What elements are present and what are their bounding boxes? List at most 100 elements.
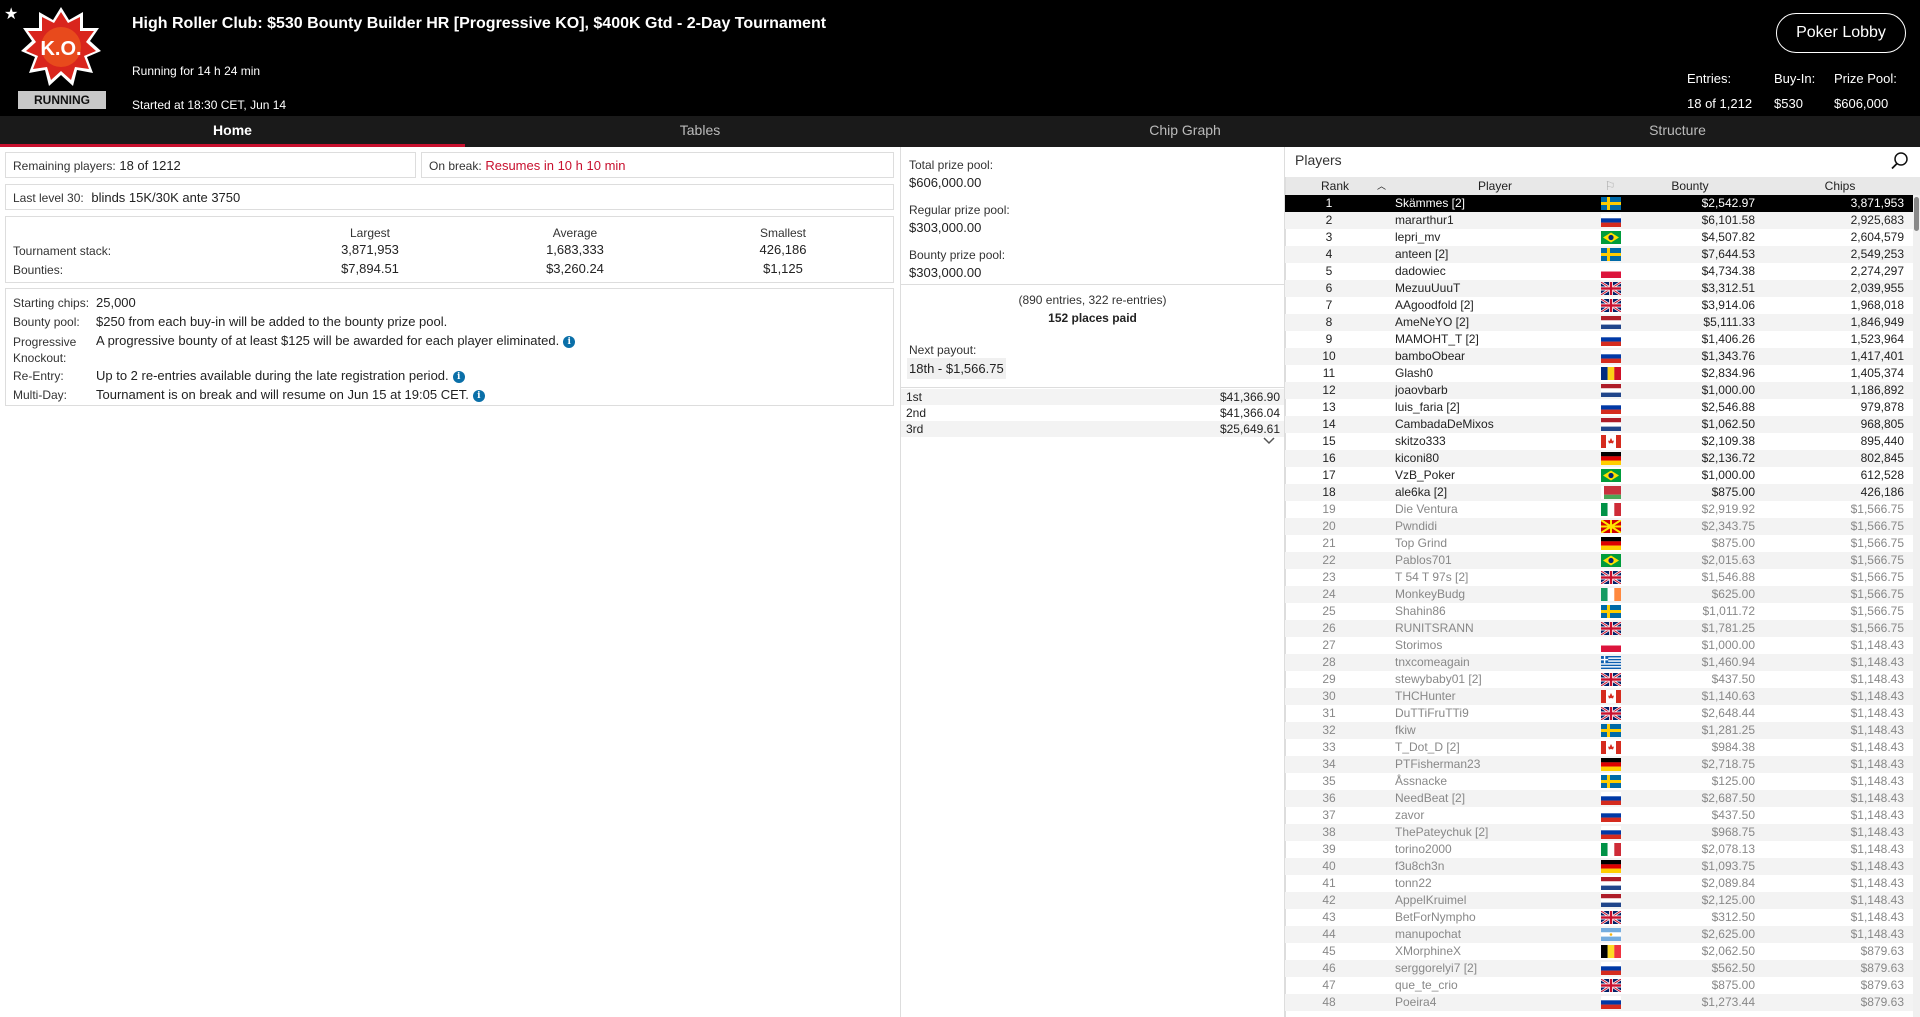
player-name-cell: Pwndidi [1395,519,1438,533]
table-row[interactable]: 37 zavor $437.50 $1,148.43 [1285,807,1913,824]
sort-up-icon[interactable]: ︿ [1377,177,1386,195]
flag-column-icon[interactable]: ⚐ [1597,177,1623,195]
chips-column-header[interactable]: Chips [1765,177,1915,195]
info-icon[interactable]: i [452,370,465,383]
table-row[interactable]: 45 XMorphineX $2,062.50 $879.63 [1285,943,1913,960]
chips-cell: 1,405,374 [1850,366,1904,380]
info-icon[interactable]: i [563,335,576,348]
table-row[interactable]: 3 lepri_mv $4,507.82 2,604,579 [1285,229,1913,246]
table-row[interactable]: 24 MonkeyBudg $625.00 $1,566.75 [1285,586,1913,603]
table-row[interactable]: 18 ale6ka [2] $875.00 426,186 [1285,484,1913,501]
table-row[interactable]: 1 Skämmes [2] $2,542.97 3,871,953 [1285,195,1913,212]
tab-tables[interactable]: Tables [465,116,935,147]
table-row[interactable]: 23 T 54 T 97s [2] $1,546.88 $1,566.75 [1285,569,1913,586]
table-row[interactable]: 20 Pwndidi $2,343.75 $1,566.75 [1285,518,1913,535]
table-row[interactable]: 7 AAgoodfold [2] $3,914.06 1,968,018 [1285,297,1913,314]
tab-chip-graph[interactable]: Chip Graph [935,116,1435,147]
bounty-column-header[interactable]: Bounty [1625,177,1755,195]
table-row[interactable]: 43 BetForNympho $312.50 $1,148.43 [1285,909,1913,926]
bounty-cell: $968.75 [1711,825,1755,839]
rule-label: Bounty pool: [13,315,80,329]
table-row[interactable]: 4 anteen [2] $7,644.53 2,549,253 [1285,246,1913,263]
table-row[interactable]: 48 Poeira4 $1,273.44 $879.63 [1285,994,1913,1011]
table-row[interactable]: 39 torino2000 $2,078.13 $1,148.43 [1285,841,1913,858]
table-row[interactable]: 17 VzB_Poker $1,000.00 612,528 [1285,467,1913,484]
chips-cell: 1,523,964 [1850,332,1904,346]
table-row[interactable]: 13 luis_faria [2] $2,546.88 979,878 [1285,399,1913,416]
table-row[interactable]: 14 CambadaDeMixos $1,062.50 968,805 [1285,416,1913,433]
table-row[interactable]: 33 T_Dot_D [2] $984.38 $1,148.43 [1285,739,1913,756]
player-column-header[interactable]: Player [1395,177,1595,195]
rank-column-header[interactable]: Rank ︿ [1285,177,1386,195]
table-row[interactable]: 32 fkiw $1,281.25 $1,148.43 [1285,722,1913,739]
search-icon[interactable] [1891,152,1909,170]
player-name-cell: anteen [2] [1395,247,1449,261]
table-row[interactable]: 26 RUNITSRANN $1,781.25 $1,566.75 [1285,620,1913,637]
table-row[interactable]: 44 manupochat $2,625.00 $1,148.43 [1285,926,1913,943]
table-row[interactable]: 47 que_te_crio $875.00 $879.63 [1285,977,1913,994]
flag-de-icon [1601,758,1621,771]
table-row[interactable]: 27 Storimos $1,000.00 $1,148.43 [1285,637,1913,654]
rank-cell: 39 [1322,842,1336,856]
table-row[interactable]: 11 Glash0 $2,834.96 1,405,374 [1285,365,1913,382]
bounty-cell: $1,406.26 [1701,332,1755,346]
rank-cell: 7 [1325,298,1333,312]
bounty-cell: $2,062.50 [1701,944,1755,958]
player-name-cell: DuTTiFruTTi9 [1395,706,1469,720]
table-row[interactable]: 29 stewybaby01 [2] $437.50 $1,148.43 [1285,671,1913,688]
scrollbar-thumb[interactable] [1914,197,1919,231]
rank-cell: 29 [1322,672,1336,686]
rank-cell: 26 [1322,621,1336,635]
chevron-down-icon[interactable] [1263,437,1275,445]
payout-row: 2nd $41,366.04 [906,406,1280,420]
table-row[interactable]: 25 Shahin86 $1,011.72 $1,566.75 [1285,603,1913,620]
info-icon[interactable]: i [472,389,485,402]
scrollbar[interactable] [1913,195,1920,1017]
flag-nl-icon [1601,894,1621,907]
table-row[interactable]: 6 MezuuUuuT $3,312.51 2,039,955 [1285,280,1913,297]
table-row[interactable]: 12 joaovbarb $1,000.00 1,186,892 [1285,382,1913,399]
tab-structure[interactable]: Structure [1435,116,1920,147]
chips-cell: 2,925,683 [1850,213,1904,227]
table-row[interactable]: 5 dadowiec $4,734.38 2,274,297 [1285,263,1913,280]
table-row[interactable]: 31 DuTTiFruTTi9 $2,648.44 $1,148.43 [1285,705,1913,722]
player-name-cell: lepri_mv [1395,230,1441,244]
rank-cell: 24 [1322,587,1336,601]
chips-cell: $1,566.75 [1850,621,1904,635]
table-row[interactable]: 21 Top Grind $875.00 $1,566.75 [1285,535,1913,552]
table-row[interactable]: 35 Åssnacke $125.00 $1,148.43 [1285,773,1913,790]
bounty-cell: $1,343.76 [1701,349,1755,363]
table-row[interactable]: 38 ThePateychuk [2] $968.75 $1,148.43 [1285,824,1913,841]
lastlevel-value: blinds 15K/30K ante 3750 [91,190,241,205]
tab-home[interactable]: Home [0,116,465,147]
favorite-star-icon[interactable]: ★ [4,4,18,24]
bounty-cell: $1,781.25 [1701,621,1755,635]
table-row[interactable]: 19 Die Ventura $2,919.92 $1,566.75 [1285,501,1913,518]
next-payout-value: 18th - $1,566.75 [907,358,1006,379]
table-row[interactable]: 30 THCHunter $1,140.63 $1,148.43 [1285,688,1913,705]
table-row[interactable]: 36 NeedBeat [2] $2,687.50 $1,148.43 [1285,790,1913,807]
flag-de-icon [1601,537,1621,550]
table-row[interactable]: 8 AmeNeYO [2] $5,111.33 1,846,949 [1285,314,1913,331]
bounty-cell: $1,140.63 [1701,689,1755,703]
table-row[interactable]: 34 PTFisherman23 $2,718.75 $1,148.43 [1285,756,1913,773]
stack-stats: Largest Average Smallest Tournament stac… [5,216,894,283]
table-row[interactable]: 9 MAMOHT_T [2] $1,406.26 1,523,964 [1285,331,1913,348]
poker-lobby-button[interactable]: Poker Lobby [1776,13,1906,53]
rank-cell: 35 [1322,774,1336,788]
table-row[interactable]: 16 kiconi80 $2,136.72 802,845 [1285,450,1913,467]
table-row[interactable]: 2 mararthur1 $6,101.58 2,925,683 [1285,212,1913,229]
player-name-cell: T_Dot_D [2] [1395,740,1460,754]
rank-cell: 11 [1322,366,1336,380]
table-row[interactable]: 41 tonn22 $2,089.84 $1,148.43 [1285,875,1913,892]
table-row[interactable]: 28 tnxcomeagain $1,460.94 $1,148.43 [1285,654,1913,671]
table-row[interactable]: 15 skitzo333 $2,109.38 895,440 [1285,433,1913,450]
table-row[interactable]: 22 Pablos701 $2,015.63 $1,566.75 [1285,552,1913,569]
rank-cell: 20 [1322,519,1336,533]
player-name-cell: serggorelyi7 [2] [1395,961,1478,975]
rank-cell: 27 [1322,638,1336,652]
table-row[interactable]: 42 AppelKruimel $2,125.00 $1,148.43 [1285,892,1913,909]
table-row[interactable]: 46 serggorelyi7 [2] $562.50 $879.63 [1285,960,1913,977]
table-row[interactable]: 10 bamboObear $1,343.76 1,417,401 [1285,348,1913,365]
table-row[interactable]: 40 f3u8ch3n $1,093.75 $1,148.43 [1285,858,1913,875]
